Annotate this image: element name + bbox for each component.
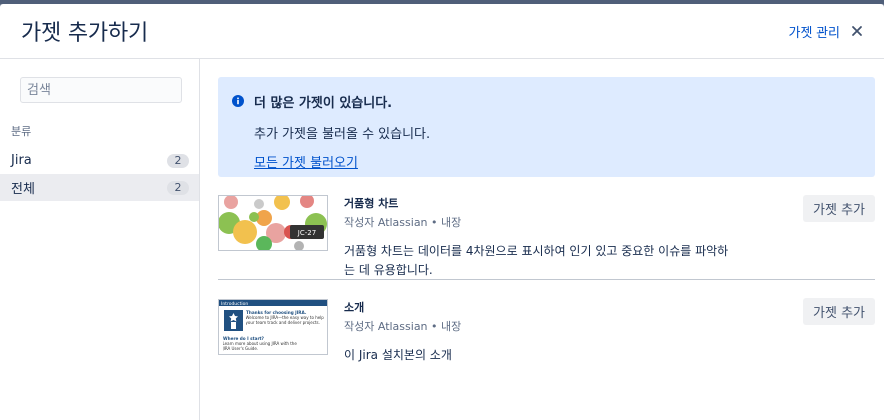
gadget-author: 작성자 Atlassian • 내장 bbox=[344, 216, 462, 229]
gadget-title: 소개 bbox=[344, 301, 365, 314]
gadget-item-bubble-chart: JC-27 거품형 차트 작성자 Atlassian • 내장 거품형 차트는 … bbox=[218, 177, 875, 280]
thumbnail-header: Introduction bbox=[221, 301, 248, 307]
add-gadget-button[interactable]: 가젯 추가 bbox=[803, 195, 875, 222]
info-title: 더 많은 가젯이 있습니다. bbox=[254, 96, 393, 111]
category-label: 전체 bbox=[11, 182, 35, 197]
category-count-badge: 2 bbox=[167, 180, 189, 195]
info-content: 더 많은 가젯이 있습니다. 추가 가젯을 불러올 수 있습니다. 모든 가젯 … bbox=[254, 92, 430, 177]
thumbnail-body: Welcome to JIRA—the easy way to help you… bbox=[245, 315, 324, 325]
introduction-thumbnail: Introduction Thanks for choosing JIRA. W… bbox=[218, 299, 328, 355]
gadget-info: 소개 작성자 Atlassian • 내장 이 Jira 설치본의 소개 bbox=[344, 299, 744, 365]
sidebar: 분류 Jira 2 전체 2 bbox=[0, 59, 200, 420]
search-wrap bbox=[0, 77, 199, 103]
gadget-list: 더 많은 가젯이 있습니다. 추가 가젯을 불러올 수 있습니다. 모든 가젯 … bbox=[200, 59, 884, 420]
gadget-title: 거품형 차트 bbox=[344, 197, 399, 210]
dialog-title: 가젯 추가하기 bbox=[21, 21, 149, 46]
manage-gadgets-link[interactable]: 가젯 관리 bbox=[789, 22, 840, 41]
dialog-header: 가젯 추가하기 가젯 관리 bbox=[0, 4, 884, 59]
category-heading: 분류 bbox=[11, 125, 32, 138]
add-gadget-dialog: 가젯 추가하기 가젯 관리 분류 Jira 2 전체 2 bbox=[0, 4, 884, 420]
close-icon[interactable] bbox=[850, 24, 864, 38]
gadget-author: 작성자 Atlassian • 내장 bbox=[344, 320, 462, 333]
search-input[interactable] bbox=[20, 77, 182, 103]
category-item-jira[interactable]: Jira 2 bbox=[0, 147, 199, 174]
add-gadget-button[interactable]: 가젯 추가 bbox=[803, 298, 875, 325]
gadget-description: 거품형 차트는 데이터를 4차원으로 표시하여 인기 있고 중요한 이슈를 파악… bbox=[344, 244, 729, 277]
category-item-all[interactable]: 전체 2 bbox=[0, 174, 199, 201]
gadget-info: 거품형 차트 작성자 Atlassian • 내장 거품형 차트는 데이터를 4… bbox=[344, 195, 744, 279]
bubble-chart-thumbnail: JC-27 bbox=[218, 195, 328, 251]
info-message: 더 많은 가젯이 있습니다. 추가 가젯을 불러올 수 있습니다. 모든 가젯 … bbox=[218, 77, 875, 177]
category-count-badge: 2 bbox=[167, 153, 189, 168]
thumbnail-footer: Learn more about using JIRA with the JIR… bbox=[222, 341, 297, 351]
thumbnail-tag: JC-27 bbox=[297, 229, 316, 237]
info-icon bbox=[232, 94, 244, 107]
header-actions: 가젯 관리 bbox=[789, 22, 864, 41]
dialog-body: 분류 Jira 2 전체 2 더 많은 가젯이 bbox=[0, 59, 884, 420]
load-all-gadgets-link[interactable]: 모든 가젯 불러오기 bbox=[254, 152, 358, 171]
category-label: Jira bbox=[11, 153, 32, 168]
gadget-item-introduction: Introduction Thanks for choosing JIRA. W… bbox=[218, 280, 875, 365]
gadget-description: 이 Jira 설치본의 소개 bbox=[344, 348, 452, 362]
info-text: 추가 가젯을 불러올 수 있습니다. bbox=[254, 127, 431, 142]
